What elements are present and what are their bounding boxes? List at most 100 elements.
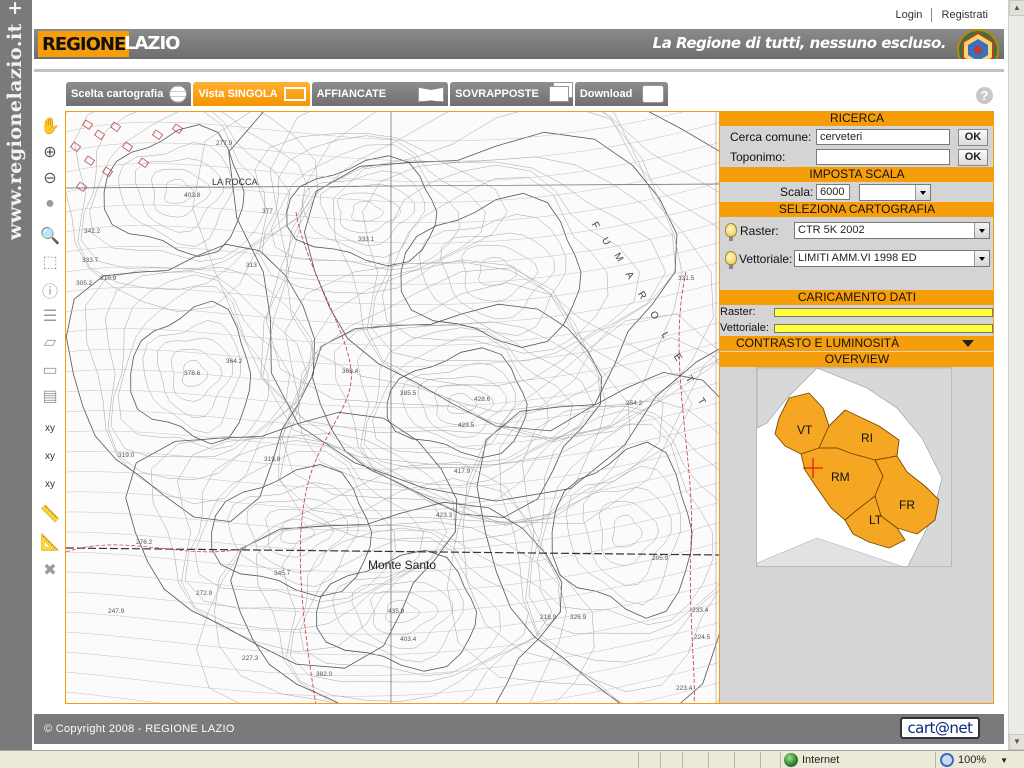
map-label-la-rocca: LA ROCCA (212, 177, 258, 187)
tab-sovrapposte[interactable]: SOVRAPPOSTE (450, 82, 573, 106)
print-icon[interactable]: ▭ (38, 358, 62, 382)
elevation-label: 403.8 (184, 192, 201, 199)
zoom-box-icon[interactable]: ⬚ (38, 250, 62, 274)
overview-map[interactable]: VT RI RM FR LT (756, 367, 952, 567)
scroll-up-arrow-icon[interactable]: ▲ (1009, 0, 1024, 16)
view-tabs: Scelta cartografia Vista SINGOLA AFFIANC… (66, 82, 669, 106)
logo-regione-box[interactable]: REGIONE (38, 31, 130, 57)
chevron-down-icon[interactable] (974, 223, 989, 238)
elevation-label: 247.9 (108, 608, 125, 615)
tab-vista-singola[interactable]: Vista SINGOLA (193, 82, 310, 106)
toponimo-label: Toponimo: (730, 150, 786, 164)
toponimo-input[interactable] (816, 149, 950, 165)
measure-distance-icon[interactable]: 📏 (38, 502, 62, 526)
raster-select[interactable]: CTR 5K 2002 (794, 222, 990, 239)
zoom-previous-icon[interactable]: 🔍 (38, 224, 62, 248)
section-contrasto-luminosita[interactable]: CONTRASTO E LUMINOSITÀ (720, 336, 994, 351)
elevation-label: 435.9 (388, 608, 405, 615)
elevation-label: 224.5 (694, 634, 711, 641)
province-label-fr: FR (899, 498, 915, 512)
status-cell (708, 752, 734, 768)
tab-download[interactable]: Download (574, 82, 669, 106)
elevation-label: 364.2 (226, 358, 243, 365)
elevation-label: 342.2 (84, 228, 101, 235)
overlay-icon (548, 86, 569, 102)
tab-scelta-cartografia[interactable]: Scelta cartografia (66, 82, 192, 106)
chevron-down-icon[interactable] (915, 185, 930, 200)
legend-icon[interactable]: ☰ (38, 304, 62, 328)
tab-label: Vista SINGOLA (198, 88, 278, 100)
topographic-map (66, 112, 719, 703)
register-link[interactable]: Registrati (936, 9, 994, 21)
link-separator (931, 8, 933, 22)
contrasto-title: CONTRASTO E LUMINOSITÀ (736, 336, 900, 350)
elevation-label: 417.9 (454, 468, 471, 475)
tab-label: Scelta cartografia (71, 88, 164, 100)
zoom-level-value: 100% (958, 754, 987, 766)
copyright-text: © Copyright 2008 - REGIONE LAZIO (44, 723, 235, 735)
map-viewport[interactable]: LA ROCCA Monte Santo FUMAROLETT 277.9 403… (65, 111, 720, 704)
top-links: Login Registrati (889, 8, 994, 22)
raster-lightbulb-icon[interactable] (725, 223, 737, 241)
toponimo-ok-button[interactable]: OK (958, 149, 988, 166)
elevation-label: 272.9 (196, 590, 213, 597)
elevation-label: 319.0 (118, 452, 135, 459)
lazio-region-map: VT RI RM FR LT (757, 368, 951, 566)
vertical-scrollbar[interactable]: ▲ ▼ (1008, 0, 1024, 750)
tab-affiancate[interactable]: AFFIANCATE (311, 82, 449, 106)
expand-triangle-icon[interactable] (962, 340, 974, 347)
scala-select[interactable] (859, 184, 931, 201)
login-link[interactable]: Login (889, 9, 928, 21)
scala-input[interactable]: 6000 (816, 184, 850, 200)
coordinate-pick-icon[interactable]: xy (38, 444, 62, 468)
elevation-label: 423.3 (436, 512, 453, 519)
raster-label: Raster: (740, 224, 779, 238)
elevation-label: 277.9 (216, 140, 233, 147)
chevron-down-icon[interactable] (974, 251, 989, 266)
bookmark-folder-icon[interactable]: ▤ (38, 384, 62, 408)
coordinate-text-icon[interactable]: xy (38, 472, 62, 496)
tab-label: Download (579, 88, 633, 100)
elevation-label: 276.2 (136, 539, 153, 546)
vettoriale-select-value: LIMITI AMM.VI 1998 ED (798, 252, 917, 264)
clear-icon[interactable]: ✖ (38, 558, 62, 582)
coordinate-input-icon[interactable]: xy (38, 416, 62, 440)
zoom-magnifier-icon (940, 753, 954, 767)
vettoriale-select[interactable]: LIMITI AMM.VI 1998 ED (794, 250, 990, 267)
section-caricamento-dati: CARICAMENTO DATI (720, 290, 994, 305)
scroll-down-arrow-icon[interactable]: ▼ (1009, 734, 1024, 750)
elevation-label: 345.7 (274, 570, 291, 577)
zoom-level[interactable]: 100% ▼ (940, 753, 1008, 767)
chevron-down-icon[interactable]: ▼ (1000, 756, 1008, 765)
download-icon (642, 85, 665, 103)
elevation-label: 305.2 (76, 280, 93, 287)
status-cell (660, 752, 682, 768)
elevation-label: 218.9 (540, 614, 557, 621)
info-icon[interactable]: ⓘ (38, 278, 62, 302)
vettoriale-lightbulb-icon[interactable] (725, 251, 737, 269)
elevation-label: 310.9 (100, 275, 117, 282)
cerca-comune-input[interactable]: cerveteri (816, 129, 950, 145)
status-cell (734, 752, 760, 768)
single-view-icon (283, 87, 306, 101)
security-zone-label: Internet (802, 754, 840, 766)
section-overview: OVERVIEW (720, 352, 994, 367)
full-extent-globe-icon[interactable]: ● (38, 192, 62, 216)
elevation-label: 313 (246, 262, 257, 269)
logo-regione-text: REGIONE (42, 33, 126, 55)
help-icon[interactable]: ? (976, 87, 993, 104)
side-by-side-icon (418, 87, 445, 102)
cerca-comune-ok-button[interactable]: OK (958, 129, 988, 146)
layer-icon[interactable]: ▱ (38, 330, 62, 354)
cartanet-logo[interactable]: cart@net (900, 717, 980, 739)
internet-globe-icon (784, 753, 798, 767)
measure-area-icon[interactable]: 📐 (38, 530, 62, 554)
zoom-out-icon[interactable]: ⊖ (38, 166, 62, 190)
zoom-in-icon[interactable]: ⊕ (38, 140, 62, 164)
elevation-label: 223.4 (676, 685, 693, 692)
province-label-vt: VT (797, 423, 813, 437)
pan-hand-icon[interactable]: ✋ (38, 114, 62, 138)
site-side-banner: www.regionelazio.it + (0, 0, 32, 750)
section-seleziona-cartografia: SELEZIONA CARTOGRAFIA (720, 202, 994, 217)
globe-grid-icon (169, 85, 188, 103)
